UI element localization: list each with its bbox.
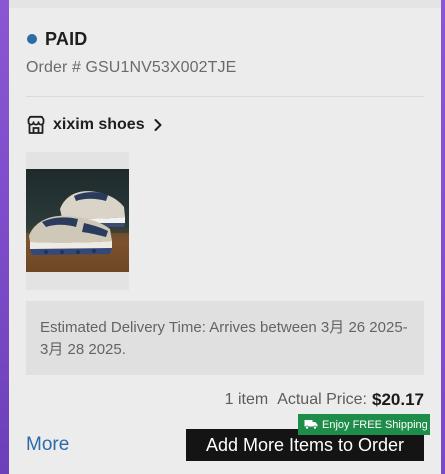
order-card: PAID Order # GSU1NV53X002TJE xixim shoes <box>9 0 441 474</box>
order-status: PAID <box>27 28 87 50</box>
item-count: 1 item <box>224 391 269 408</box>
shop-name: xixim shoes <box>53 116 145 133</box>
free-shipping-text: Enjoy FREE Shipping <box>322 418 428 431</box>
divider <box>26 96 424 97</box>
delivery-estimate-text: Estimated Delivery Time: Arrives between… <box>40 319 408 358</box>
price-label: Actual Price: <box>277 391 367 408</box>
order-status-label: PAID <box>45 28 88 49</box>
add-more-items-label: Add More Items to Order <box>205 434 405 455</box>
delivery-estimate: Estimated Delivery Time: Arrives between… <box>26 301 424 375</box>
truck-icon <box>304 420 318 430</box>
price-value: $20.17 <box>372 390 424 409</box>
background-edge-right <box>441 0 445 474</box>
free-shipping-badge: Enjoy FREE Shipping <box>298 414 430 435</box>
price-summary: 1 item Actual Price: $20.17 <box>225 389 424 411</box>
more-button[interactable]: More <box>26 434 69 456</box>
store-icon <box>27 115 45 134</box>
sneakers-image <box>26 169 129 272</box>
chevron-right-icon <box>154 119 162 131</box>
card-top-band <box>9 0 441 8</box>
shop-link[interactable]: xixim shoes <box>26 114 164 136</box>
product-thumbnail[interactable] <box>26 152 129 290</box>
background-edge-left <box>0 0 9 474</box>
order-number: Order # GSU1NV53X002TJE <box>26 59 237 76</box>
status-dot-icon <box>27 34 37 44</box>
